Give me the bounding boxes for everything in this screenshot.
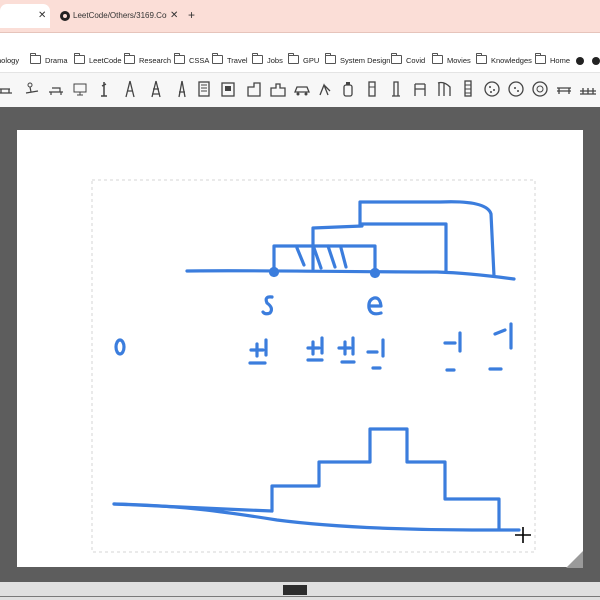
canvas-work-area (0, 107, 600, 582)
label-e-stroke (367, 296, 383, 316)
bookmark-covid[interactable]: Covid (391, 53, 426, 67)
crosshair-cursor-icon (515, 527, 531, 543)
folder-icon (476, 53, 487, 64)
bench-icon[interactable] (46, 79, 66, 99)
folder-icon (391, 53, 402, 64)
close-tab-icon[interactable]: ✕ (170, 4, 178, 28)
folder-icon (30, 53, 41, 64)
skyscraper-icon[interactable] (458, 79, 478, 99)
label-zero-stroke (114, 338, 126, 356)
tab-leetcode-label: LeetCode/Others/3169.Count-C (73, 11, 167, 20)
folder-icon (252, 53, 263, 64)
bookmark-label: Drama (45, 56, 68, 65)
new-tab-button[interactable]: + (188, 8, 195, 22)
interval-box-large (358, 200, 496, 278)
bookmark-label: Home (550, 56, 571, 65)
bookmark-movies[interactable]: Movies (432, 53, 471, 67)
number-line-stroke (185, 269, 516, 281)
folder-icon (174, 53, 185, 64)
folder-icon (325, 53, 336, 64)
whiteboard-page[interactable] (17, 130, 583, 567)
bookmark-label: System Design (340, 56, 391, 65)
folder-icon (74, 53, 85, 64)
folder-icon (124, 53, 135, 64)
sketch-canvas[interactable] (17, 130, 583, 567)
github-icon (60, 11, 70, 21)
bottom-divider (0, 596, 600, 597)
bottom-bar (0, 582, 600, 600)
minus-one-mark (443, 331, 462, 372)
eiffel-tower-icon[interactable] (120, 79, 140, 99)
cookie-icon[interactable] (482, 79, 502, 99)
shape-toolbar (0, 72, 600, 108)
column-icon[interactable] (386, 79, 406, 99)
building-icon[interactable] (194, 79, 214, 99)
column-icon[interactable] (362, 79, 382, 99)
minus-one-mark (488, 322, 513, 371)
tab-strip: ✕ LeetCode/Others/3169.Count-C ✕ + (0, 0, 600, 33)
bookmark-gpu[interactable]: GPU (288, 53, 320, 67)
bookmark-label: Jobs (267, 56, 283, 65)
globe-icon[interactable] (592, 57, 600, 65)
interval-box-small (272, 244, 377, 271)
bookmark-jobs[interactable]: Jobs (252, 53, 283, 67)
bookmark-label: Research (139, 56, 172, 65)
bookmark-knowledges[interactable]: Knowledges (476, 53, 532, 67)
bench-icon[interactable] (554, 79, 574, 99)
folder-icon (288, 53, 299, 64)
resize-corner-icon[interactable] (566, 551, 583, 568)
address-row (0, 33, 600, 48)
bookmark-system-design[interactable]: System Design (325, 53, 391, 67)
lighthouse-icon[interactable] (316, 79, 336, 99)
tab-active[interactable]: ✕ (0, 4, 50, 28)
statue-of-liberty-icon[interactable] (94, 79, 114, 99)
car-icon[interactable] (292, 79, 312, 99)
bookmark-cssa[interactable]: CSSA (174, 53, 210, 67)
folder-icon (535, 53, 546, 64)
sweep-profile-top (112, 427, 501, 531)
stick-figure-icon[interactable] (22, 79, 42, 99)
bookmarks-bar: nology Drama LeetCode Research CSSA Trav… (0, 50, 600, 72)
close-tab-icon[interactable]: ✕ (38, 4, 46, 28)
tower-icon[interactable] (146, 79, 166, 99)
hatch-marks (295, 244, 348, 270)
bookmark-label: nology (0, 56, 20, 65)
bottle-icon[interactable] (338, 79, 358, 99)
plate-icon[interactable] (530, 79, 550, 99)
tab-leetcode[interactable]: LeetCode/Others/3169.Count-C ✕ (56, 4, 184, 28)
plus-one-mark (306, 336, 324, 362)
fence-icon[interactable] (578, 79, 598, 99)
tv-stand-icon[interactable] (70, 79, 90, 99)
bookmark-label: GPU (303, 56, 320, 65)
folder-icon (432, 53, 443, 64)
page-tab-indicator[interactable] (283, 585, 307, 595)
bookmark-label: Knowledges (491, 56, 532, 65)
folder-icon (212, 53, 223, 64)
tower-icon[interactable] (172, 79, 192, 99)
bookmark-label: Movies (447, 56, 471, 65)
gate-icon[interactable] (410, 79, 430, 99)
bookmark-label: Travel (227, 56, 248, 65)
building-icon[interactable] (218, 79, 238, 99)
building-icon[interactable] (244, 79, 264, 99)
bookmark-drama[interactable]: Drama (30, 53, 68, 67)
plus-one-mark (337, 336, 356, 364)
bookmark-label: CSSA (189, 56, 210, 65)
bookmark-label: Covid (406, 56, 426, 65)
bookmark-travel[interactable]: Travel (212, 53, 248, 67)
minus-one-mark (366, 338, 385, 370)
cookie-icon[interactable] (506, 79, 526, 99)
building-icon[interactable] (268, 79, 288, 99)
bookmark-home[interactable]: Home (535, 53, 571, 67)
bookmark-label: LeetCode (89, 56, 122, 65)
plus-one-mark (248, 338, 268, 365)
sweep-profile-bottom (112, 502, 521, 532)
pier-icon[interactable] (434, 79, 454, 99)
globe-icon[interactable] (576, 57, 584, 65)
bookmark-research[interactable]: Research (124, 53, 172, 67)
railing-icon[interactable] (0, 79, 16, 99)
bookmark-technology[interactable]: nology (0, 55, 19, 67)
bookmark-leetcode[interactable]: LeetCode (74, 53, 122, 67)
label-s-stroke (261, 295, 274, 316)
